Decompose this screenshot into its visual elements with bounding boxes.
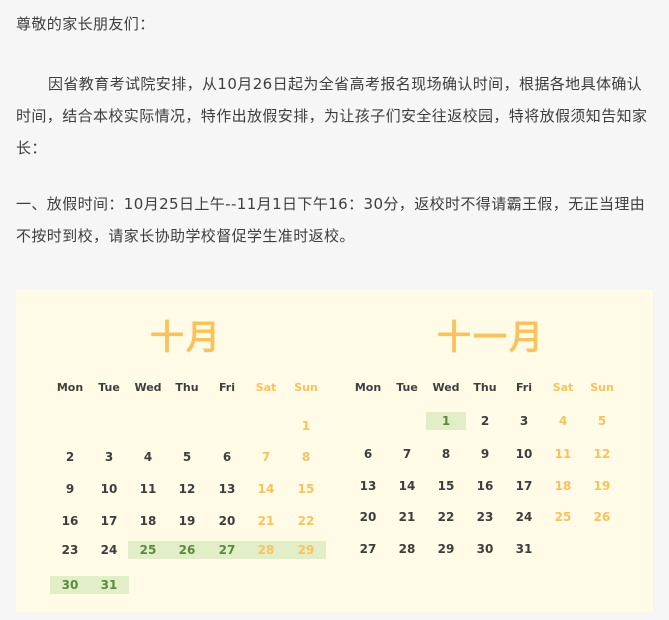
october-day-26[interactable]: 26 — [167, 541, 207, 559]
calendar-panel: 十月 十一月 Mon Tue Wed Thu Fri Sat Sun 1 2 3 4 5 6 7 8 9 10 1… — [16, 290, 653, 612]
november-day-10[interactable]: 10 — [504, 445, 544, 463]
november-day-12[interactable]: 12 — [582, 445, 622, 463]
october-day-20[interactable]: 20 — [207, 512, 247, 530]
october-day-14[interactable]: 14 — [246, 480, 286, 498]
october-weekday-tue: Tue — [98, 381, 120, 394]
october-day-9[interactable]: 9 — [50, 480, 90, 498]
november-weekday-fri: Fri — [515, 381, 532, 394]
november-day-31[interactable]: 31 — [504, 540, 544, 558]
november-title: 十一月 — [437, 318, 545, 358]
october-day-22[interactable]: 22 — [286, 512, 326, 530]
november-day-21[interactable]: 21 — [387, 508, 427, 526]
october-day-5[interactable]: 5 — [167, 448, 207, 466]
november-day-5[interactable]: 5 — [582, 412, 622, 430]
november-day-15[interactable]: 15 — [426, 477, 466, 495]
november-day-16[interactable]: 16 — [465, 477, 505, 495]
october-day-11[interactable]: 11 — [128, 480, 168, 498]
november-day-2[interactable]: 2 — [465, 412, 505, 430]
november-weekday-sun: Sun — [590, 381, 614, 394]
notice-paragraph-2: 一、放假时间：10月25日上午--11月1日下午16：30分，返校时不得请霸王假… — [16, 195, 646, 245]
october-day-18[interactable]: 18 — [128, 512, 168, 530]
november-day-18[interactable]: 18 — [543, 477, 583, 495]
november-day-23[interactable]: 23 — [465, 508, 505, 526]
october-weekday-wed: Wed — [134, 381, 162, 394]
november-day-4[interactable]: 4 — [543, 412, 583, 430]
october-title: 十月 — [150, 318, 222, 358]
november-weekday-mon: Mon — [354, 381, 382, 394]
october-day-28[interactable]: 28 — [246, 541, 286, 559]
november-day-6[interactable]: 6 — [348, 445, 388, 463]
november-day-26[interactable]: 26 — [582, 508, 622, 526]
october-day-2[interactable]: 2 — [50, 448, 90, 466]
october-day-13[interactable]: 13 — [207, 480, 247, 498]
november-day-29[interactable]: 29 — [426, 540, 466, 558]
november-day-14[interactable]: 14 — [387, 477, 427, 495]
november-day-1[interactable]: 1 — [426, 412, 466, 430]
october-day-10[interactable]: 10 — [89, 480, 129, 498]
november-day-20[interactable]: 20 — [348, 508, 388, 526]
october-day-6[interactable]: 6 — [207, 448, 247, 466]
october-weekday-sun: Sun — [294, 381, 318, 394]
november-day-28[interactable]: 28 — [387, 540, 427, 558]
november-day-17[interactable]: 17 — [504, 477, 544, 495]
october-day-16[interactable]: 16 — [50, 512, 90, 530]
november-day-22[interactable]: 22 — [426, 508, 466, 526]
october-day-21[interactable]: 21 — [246, 512, 286, 530]
october-day-19[interactable]: 19 — [167, 512, 207, 530]
october-day-27[interactable]: 27 — [207, 541, 247, 559]
october-day-7[interactable]: 7 — [246, 448, 286, 466]
october-day-29[interactable]: 29 — [286, 541, 326, 559]
october-day-25[interactable]: 25 — [128, 541, 168, 559]
october-day-23[interactable]: 23 — [50, 541, 90, 559]
october-day-30[interactable]: 30 — [50, 576, 90, 594]
october-day-8[interactable]: 8 — [286, 448, 326, 466]
october-weekday-sat: Sat — [255, 381, 277, 394]
greeting-text: 尊敬的家长朋友们： — [16, 15, 155, 33]
october-day-4[interactable]: 4 — [128, 448, 168, 466]
october-day-15[interactable]: 15 — [286, 480, 326, 498]
october-day-3[interactable]: 3 — [89, 448, 129, 466]
november-day-27[interactable]: 27 — [348, 540, 388, 558]
october-day-1[interactable]: 1 — [286, 417, 326, 435]
october-weekday-thu: Thu — [175, 381, 199, 394]
november-day-8[interactable]: 8 — [426, 445, 466, 463]
november-weekday-tue: Tue — [396, 381, 418, 394]
notice-paragraph-1: 因省教育考试院安排，从10月26日起为全省高考报名现场确认时间，根据各地具体确认… — [16, 75, 648, 157]
november-day-7[interactable]: 7 — [387, 445, 427, 463]
november-day-13[interactable]: 13 — [348, 477, 388, 495]
november-day-9[interactable]: 9 — [465, 445, 505, 463]
october-day-31[interactable]: 31 — [89, 576, 129, 594]
october-day-12[interactable]: 12 — [167, 480, 207, 498]
october-weekday-mon: Mon — [56, 381, 84, 394]
october-day-17[interactable]: 17 — [89, 512, 129, 530]
november-day-25[interactable]: 25 — [543, 508, 583, 526]
november-day-24[interactable]: 24 — [504, 508, 544, 526]
november-weekday-sat: Sat — [552, 381, 574, 394]
november-day-30[interactable]: 30 — [465, 540, 505, 558]
november-weekday-wed: Wed — [432, 381, 460, 394]
october-day-24[interactable]: 24 — [89, 541, 129, 559]
november-day-11[interactable]: 11 — [543, 445, 583, 463]
november-day-3[interactable]: 3 — [504, 412, 544, 430]
november-weekday-thu: Thu — [473, 381, 497, 394]
november-day-19[interactable]: 19 — [582, 477, 622, 495]
october-weekday-fri: Fri — [218, 381, 235, 394]
